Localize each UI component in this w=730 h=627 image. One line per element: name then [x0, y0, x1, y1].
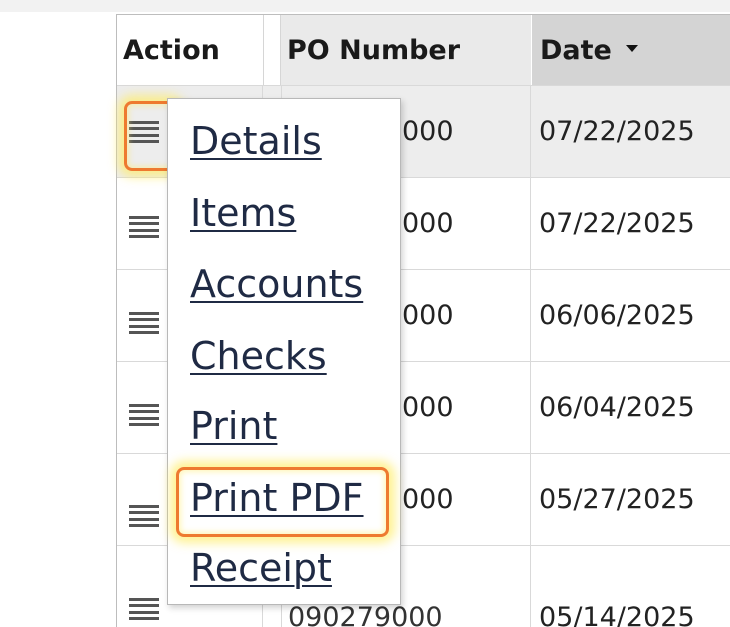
action-dropdown-menu: Details Items Accounts Checks Print Prin…: [167, 98, 401, 605]
menu-item-accounts[interactable]: Accounts: [190, 265, 363, 303]
sort-descending-icon[interactable]: [625, 44, 638, 52]
menu-item-details[interactable]: Details: [190, 122, 322, 160]
header-po-number[interactable]: PO Number: [281, 15, 531, 85]
menu-item-receipt[interactable]: Receipt: [190, 549, 332, 587]
date-cell: 06/04/2025: [539, 392, 695, 423]
menu-item-items[interactable]: Items: [190, 194, 296, 232]
header-separator: [263, 15, 281, 85]
menu-item-print-pdf[interactable]: Print PDF: [190, 479, 364, 517]
date-cell: 07/22/2025: [539, 208, 695, 239]
header-action: Action: [117, 15, 263, 85]
hamburger-menu-icon[interactable]: [129, 121, 159, 143]
date-cell: 06/06/2025: [539, 300, 695, 331]
header-po-number-label: PO Number: [287, 34, 461, 66]
hamburger-menu-icon[interactable]: [129, 216, 159, 238]
menu-item-print[interactable]: Print: [190, 407, 277, 445]
top-band: [0, 0, 730, 12]
hamburger-menu-icon[interactable]: [129, 312, 159, 334]
header-action-label: Action: [123, 34, 220, 66]
header-date[interactable]: Date: [531, 15, 730, 85]
hamburger-menu-icon[interactable]: [129, 404, 159, 426]
date-cell: 05/27/2025: [539, 484, 695, 515]
date-cell: 05/14/2025: [539, 602, 695, 627]
date-cell: 07/22/2025: [539, 116, 695, 147]
header-date-label: Date: [540, 34, 612, 66]
hamburger-menu-icon[interactable]: [129, 505, 159, 527]
menu-item-checks[interactable]: Checks: [190, 337, 327, 375]
hamburger-menu-icon[interactable]: [129, 598, 159, 620]
